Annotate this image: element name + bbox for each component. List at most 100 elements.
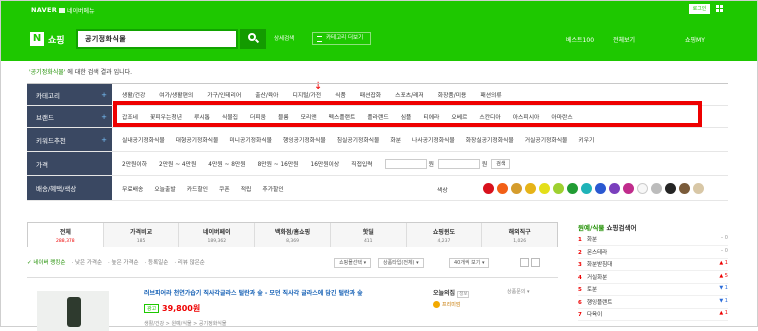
rank-keyword[interactable]: 화분 xyxy=(587,237,597,243)
rank-keyword[interactable]: 행잉플랜트 xyxy=(587,300,612,306)
brand-item-11[interactable]: 오베르 xyxy=(451,112,467,121)
brand-item-4[interactable]: 더피움 xyxy=(250,112,266,121)
rank-keyword[interactable]: 거실화분 xyxy=(587,275,607,281)
best100-link[interactable]: 베스트100 xyxy=(566,35,594,44)
mall-name[interactable]: 오늘의집 정보 xyxy=(433,288,470,298)
brand-item-10[interactable]: 티에라 xyxy=(423,112,439,121)
rank-keyword[interactable]: 화분받침대 xyxy=(587,262,612,268)
delivery-item-5[interactable]: 추가할인 xyxy=(262,184,283,193)
brand-item-12[interactable]: 스칸디아 xyxy=(479,112,500,121)
delivery-item-3[interactable]: 쿠폰 xyxy=(219,184,230,193)
expand-icon[interactable]: + xyxy=(101,136,107,144)
color-swatch-4[interactable] xyxy=(539,182,550,194)
keyword-item-6[interactable]: 나사공기정화식물 xyxy=(412,135,455,144)
mall-select[interactable]: 쇼핑몰선택 ▾ xyxy=(334,258,372,268)
expand-icon[interactable]: + xyxy=(101,91,107,99)
keyword-item-5[interactable]: 화분 xyxy=(390,135,401,144)
search-input[interactable]: 공기정화식물 xyxy=(76,29,238,49)
color-swatch-5[interactable] xyxy=(553,182,564,194)
price-max-input[interactable] xyxy=(437,158,480,169)
tab-3[interactable]: 백화점/홈쇼핑 8,369 xyxy=(255,223,331,247)
rank-item-1[interactable]: 2 몬스테라 – 0 xyxy=(578,248,728,259)
shopping-n-logo[interactable]: N xyxy=(30,32,44,46)
color-swatch-1[interactable] xyxy=(497,182,508,194)
price-min-input[interactable] xyxy=(384,158,427,169)
color-swatch-12[interactable] xyxy=(651,182,662,194)
naver-logo[interactable]: NAVER xyxy=(31,6,57,14)
page-size-select[interactable]: 40개씩 보기 ▾ xyxy=(449,258,490,268)
price-range-2[interactable]: 4만원 ~ 8만원 xyxy=(208,159,245,168)
search-button[interactable] xyxy=(240,29,266,49)
my-shopping-link[interactable]: 쇼핑MY xyxy=(685,35,705,44)
category-item-0[interactable]: 생활/건강 xyxy=(122,90,145,99)
grid-view-icon[interactable] xyxy=(531,258,540,267)
rank-keyword[interactable]: 토분 xyxy=(587,287,597,293)
naver-menu[interactable]: 네이버메뉴 xyxy=(59,6,95,15)
category-item-3[interactable]: 출산/육아 xyxy=(255,90,278,99)
rank-item-6[interactable]: 7 다육이 ▲ 1 xyxy=(578,310,728,321)
category-item-4[interactable]: 디지털/가전 xyxy=(293,90,322,99)
price-range-3[interactable]: 8만원 ~ 16만원 xyxy=(258,159,299,168)
category-item-7[interactable]: 스포츠/레저 xyxy=(395,90,424,99)
keyword-item-9[interactable]: 키우기 xyxy=(578,135,594,144)
keyword-item-1[interactable]: 대형공기정화식물 xyxy=(176,135,219,144)
tab-2[interactable]: 네이버페이 189,362 xyxy=(179,223,256,247)
brand-item-13[interactable]: 아스피시아 xyxy=(513,112,540,121)
sort-option-4[interactable]: · 리뷰 많은순 xyxy=(174,260,205,266)
tab-4[interactable]: 핫딜 411 xyxy=(330,223,407,247)
brand-item-9[interactable]: 심플 xyxy=(401,112,412,121)
color-swatch-10[interactable] xyxy=(623,182,634,194)
sort-option-3[interactable]: · 등록일순 xyxy=(145,260,169,266)
category-item-2[interactable]: 가구/인테리어 xyxy=(207,90,241,99)
color-swatch-7[interactable] xyxy=(581,182,592,194)
rank-item-0[interactable]: 1 화분 – 0 xyxy=(578,235,728,246)
delivery-item-1[interactable]: 오늘출발 xyxy=(154,184,175,193)
product-type-select[interactable]: 상품타입(전체) ▾ xyxy=(378,258,424,268)
keyword-item-8[interactable]: 거실공기정화식물 xyxy=(525,135,568,144)
category-item-6[interactable]: 패션잡화 xyxy=(360,90,381,99)
brand-item-1[interactable]: 꽃피우는청년 xyxy=(150,112,182,121)
tab-0[interactable]: 전체 288,378 xyxy=(28,223,104,247)
keyword-item-7[interactable]: 화장실공기정화식물 xyxy=(466,135,514,144)
sort-option-1[interactable]: · 낮은 가격순 xyxy=(71,260,102,266)
shopping-brand[interactable]: 쇼핑 xyxy=(48,33,65,46)
color-swatch-11[interactable] xyxy=(637,182,648,194)
product-image[interactable] xyxy=(37,291,109,331)
category-more-button[interactable]: 카테고리 더보기 xyxy=(312,32,371,45)
price-range-1[interactable]: 2만원 ~ 4만원 xyxy=(159,159,196,168)
rank-item-5[interactable]: 6 행잉플랜트 ▼ 1 xyxy=(578,298,728,309)
sort-option-0[interactable]: ✓ 네이버 랭킹순 xyxy=(27,260,65,266)
rank-item-4[interactable]: 5 토분 ▼ 1 xyxy=(578,285,728,296)
list-view-icon[interactable] xyxy=(520,258,529,267)
product-inquiry-link[interactable]: 상품문의 ▾ xyxy=(507,288,530,295)
login-button[interactable]: 로그인 xyxy=(689,4,710,14)
keyword-item-2[interactable]: 미니공기정화식물 xyxy=(229,135,272,144)
sort-option-2[interactable]: · 높은 가격순 xyxy=(108,260,139,266)
color-swatch-8[interactable] xyxy=(595,182,606,194)
advanced-search-button[interactable]: 상세검색 xyxy=(274,34,294,42)
category-item-9[interactable]: 패션의류 xyxy=(480,90,501,99)
brand-item-6[interactable]: 모리앤 xyxy=(301,112,317,121)
color-swatch-3[interactable] xyxy=(525,182,536,194)
price-range-4[interactable]: 16만원이상 xyxy=(311,159,340,168)
color-swatch-2[interactable] xyxy=(511,182,522,194)
color-swatch-14[interactable] xyxy=(679,182,690,194)
mall-info-tag[interactable]: 정보 xyxy=(457,291,470,298)
brand-item-0[interactable]: 갑조네 xyxy=(122,112,138,121)
color-swatch-6[interactable] xyxy=(567,182,578,194)
category-item-1[interactable]: 여가/생활편의 xyxy=(159,90,193,99)
brand-item-5[interactable]: 블룸 xyxy=(278,112,289,121)
keyword-item-0[interactable]: 실내공기정화식물 xyxy=(122,135,165,144)
price-range-5[interactable]: 직접입력 xyxy=(351,159,372,168)
brand-item-8[interactable]: 플라랜드 xyxy=(367,112,388,121)
color-swatch-9[interactable] xyxy=(609,182,620,194)
keyword-item-3[interactable]: 행잉공기정화식물 xyxy=(283,135,326,144)
color-swatch-13[interactable] xyxy=(665,182,676,194)
price-search-button[interactable]: 검색 xyxy=(491,158,511,169)
tab-6[interactable]: 해외직구 1,026 xyxy=(482,223,558,247)
category-item-5[interactable]: 식품 xyxy=(335,90,346,99)
expand-icon[interactable]: + xyxy=(101,113,107,121)
tab-5[interactable]: 쇼핑윈도 4,237 xyxy=(406,223,483,247)
delivery-item-0[interactable]: 무료배송 xyxy=(122,184,143,193)
all-view-link[interactable]: 전체보기 xyxy=(613,35,635,44)
